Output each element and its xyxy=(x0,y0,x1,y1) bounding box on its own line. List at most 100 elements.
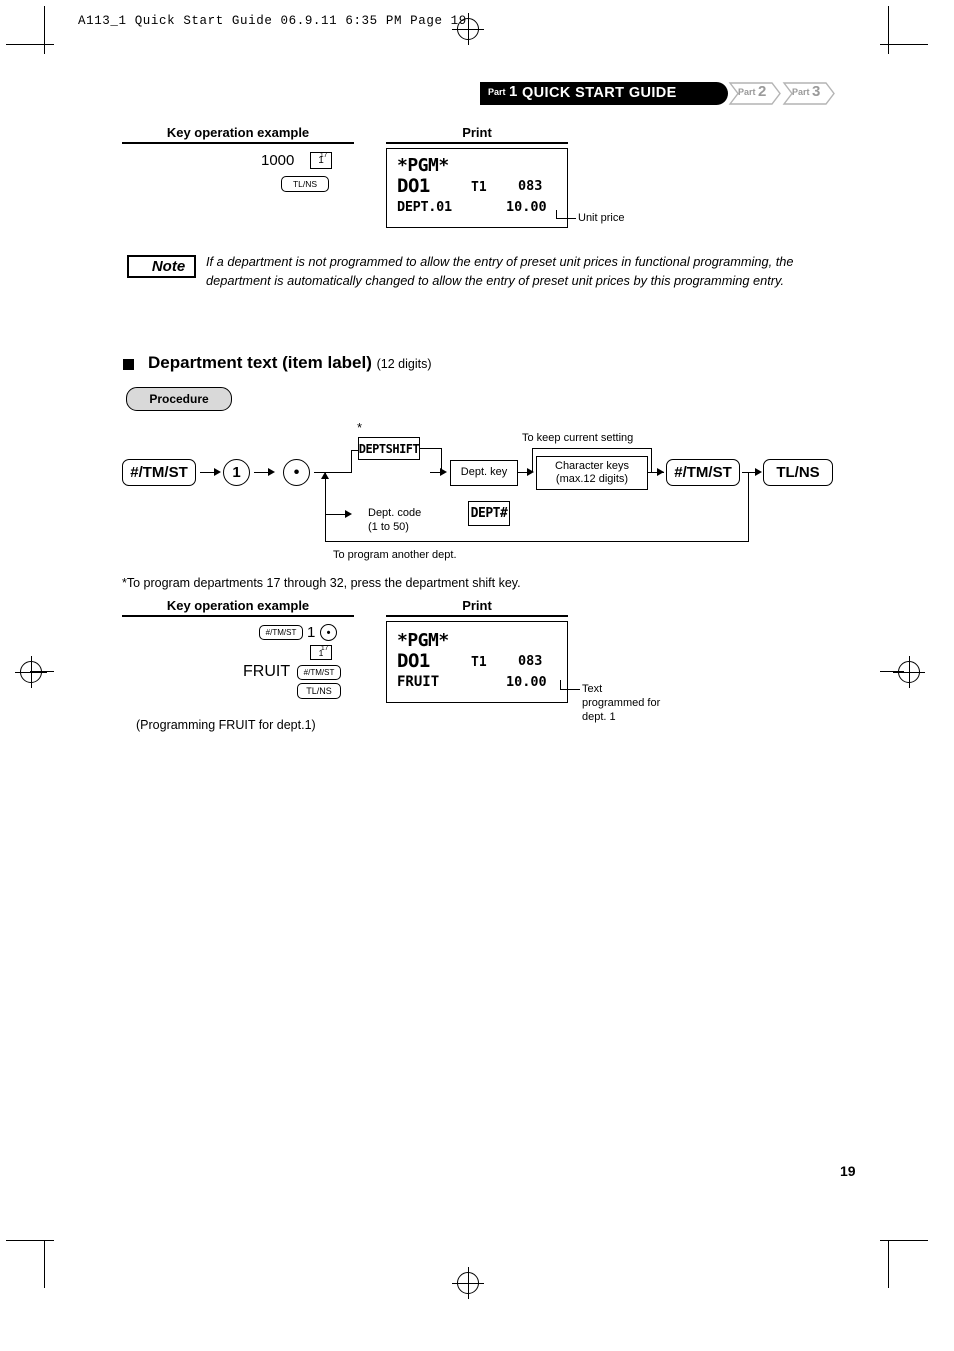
section1-callout-label: Unit price xyxy=(578,212,625,224)
part-banner-active: Part 1 QUICK START GUIDE xyxy=(480,82,728,105)
flow-key-tmst[interactable]: #/TM/ST xyxy=(122,459,196,486)
section2-heading: Department text (item label) (12 digits) xyxy=(148,353,432,373)
flow-arrow-char-to-tmst xyxy=(657,468,664,476)
section2-callout-label: Text programmed for dept. 1 xyxy=(582,683,682,724)
fold-mark-right xyxy=(880,671,904,672)
flow-key-tmst-2[interactable]: #/TM/ST xyxy=(666,459,740,486)
section1-callout-line-h xyxy=(556,218,576,219)
section2-key-subdigit-superscript: 17 xyxy=(321,645,329,652)
crop-mark-top-right-v xyxy=(888,6,889,54)
section2-key-tmst-2[interactable]: #/TM/ST xyxy=(297,665,341,680)
part-banner-part-word: Part xyxy=(488,87,506,97)
part-tab-2[interactable]: Part 2 xyxy=(728,82,782,105)
section2-callout-line1: Text xyxy=(582,683,603,695)
page-number: 19 xyxy=(840,1163,856,1179)
registration-mark-right xyxy=(893,656,925,688)
section2-key-tmst[interactable]: #/TM/ST xyxy=(259,625,303,640)
flow-box-dept-key[interactable]: Dept. key xyxy=(450,460,518,486)
section2-receipt: *PGM* DO1 T1 083 FRUIT 10.00 xyxy=(386,621,568,703)
section1-key-tlns[interactable]: TL/NS xyxy=(281,176,329,192)
flow-line-keep-right-v xyxy=(651,448,653,472)
procedure-badge: Procedure xyxy=(126,387,232,411)
flow-key-dot[interactable]: • xyxy=(283,459,310,486)
flow-line-keep-left-v xyxy=(532,448,534,472)
section2-key-tlns[interactable]: TL/NS xyxy=(297,683,341,699)
section1-col-header-left: Key operation example xyxy=(166,125,310,140)
section1-col-header-right: Print xyxy=(462,125,492,140)
section2-receipt-code: 083 xyxy=(518,653,543,669)
flow-box-character-keys-line1: Character keys xyxy=(555,459,629,472)
flow-box-dept-key-label: Dept. key xyxy=(460,466,508,479)
flow-key-deptshift[interactable]: DEPTSHIFT xyxy=(358,437,420,460)
part-tab-3-number: 3 xyxy=(812,83,821,100)
flow-key-tlns-label: TL/NS xyxy=(776,464,820,481)
crop-mark-top-left-v xyxy=(44,6,45,54)
flow-line-deptcode xyxy=(325,514,347,516)
flow-loop-right-v xyxy=(748,472,750,542)
part-tab-3[interactable]: Part 3 xyxy=(782,82,836,105)
flow-key-tlns[interactable]: TL/NS xyxy=(763,459,833,486)
fold-mark-left xyxy=(30,671,54,672)
part-tab-3-word: Part xyxy=(792,87,810,97)
flow-line-dot-right xyxy=(314,472,352,474)
section2-callout-line2: programmed for xyxy=(582,696,661,709)
section1-receipt-amount: 10.00 xyxy=(506,199,547,215)
note-badge-label: Note xyxy=(151,258,186,275)
section2-example-digit: 1 xyxy=(307,624,316,641)
section1-key-tlns-label: TL/NS xyxy=(292,179,318,189)
part-tab-2-number: 2 xyxy=(758,83,767,100)
flow-key-one-label: 1 xyxy=(232,464,241,481)
crop-mark-bottom-right-h xyxy=(880,1240,928,1241)
section2-col-header-right: Print xyxy=(462,598,492,613)
section1-receipt: *PGM* DO1 T1 083 DEPT.01 10.00 xyxy=(386,148,568,228)
flow-arrow-2-head xyxy=(268,468,275,476)
flow-loop-bottom-h xyxy=(325,541,749,543)
crop-mark-bottom-right-v xyxy=(888,1240,889,1288)
procedure-badge-label: Procedure xyxy=(149,392,209,406)
section1-receipt-dept: DEPT.01 xyxy=(397,199,452,215)
crop-mark-bottom-left-h xyxy=(6,1240,54,1241)
part-banner-title: QUICK START GUIDE xyxy=(522,85,677,101)
section2-key-tlns-label: TL/NS xyxy=(306,686,332,696)
section2-key-dot[interactable]: • xyxy=(320,624,337,641)
flow-line-keep-h xyxy=(532,448,652,450)
flow-line-deptshift-right xyxy=(420,448,442,450)
section2-receipt-do: DO1 xyxy=(397,650,430,672)
flow-loop-arrow-up xyxy=(321,472,329,479)
note-text: If a department is not programmed to all… xyxy=(206,254,794,288)
note-badge: Note xyxy=(127,255,196,278)
section1-rule-left xyxy=(122,142,354,144)
printer-slug: A113_1 Quick Start Guide 06.9.11 6:35 PM… xyxy=(78,14,467,28)
section1-receipt-t1: T1 xyxy=(471,180,487,195)
section1-rule-right xyxy=(386,142,568,144)
part-banner-part-number: 1 xyxy=(509,83,518,100)
section2-receipt-amount: 10.00 xyxy=(506,674,547,690)
crop-mark-top-right-h xyxy=(880,44,928,45)
flow-arrow-deptcode-head xyxy=(345,510,352,518)
flow-line-up-deptshift xyxy=(351,450,353,473)
section2-receipt-t1: T1 xyxy=(471,655,487,670)
flow-label-another-dept: To program another dept. xyxy=(333,549,457,561)
flow-arrow-into-deptkey xyxy=(440,468,447,476)
section2-key-tmst-label: #/TM/ST xyxy=(265,628,297,637)
section2-receipt-pgm: *PGM* xyxy=(397,630,449,651)
section2-key-tmst-2-label: #/TM/ST xyxy=(303,668,335,677)
section2-caption: (Programming FRUIT for dept.1) xyxy=(136,718,316,732)
flow-key-deptshift-label: DEPTSHIFT xyxy=(358,441,420,456)
flow-arrow-tmst2-to-tlns xyxy=(755,468,762,476)
section1-key-dept1-superscript: 17 xyxy=(320,152,328,159)
flow-box-character-keys[interactable]: Character keys (max.12 digits) xyxy=(536,456,648,490)
section2-example-text: FRUIT xyxy=(243,663,291,680)
section2-receipt-text: FRUIT xyxy=(397,674,440,690)
section2-callout-line-h xyxy=(560,689,580,690)
flow-arrow-1-head xyxy=(214,468,221,476)
section1-receipt-do: DO1 xyxy=(397,175,430,197)
section2-footnote: *To program departments 17 through 32, p… xyxy=(122,576,521,590)
flow-key-one[interactable]: 1 xyxy=(223,459,250,486)
crop-mark-top-left-h xyxy=(6,44,54,45)
flow-asterisk: * xyxy=(357,420,363,435)
flow-box-character-keys-line2: (max.12 digits) xyxy=(555,473,629,485)
flow-key-dept-hash[interactable]: DEPT# xyxy=(468,501,510,526)
flow-label-keep-setting: To keep current setting xyxy=(522,432,634,444)
flow-label-deptcode-line2: (1 to 50) xyxy=(368,520,409,533)
